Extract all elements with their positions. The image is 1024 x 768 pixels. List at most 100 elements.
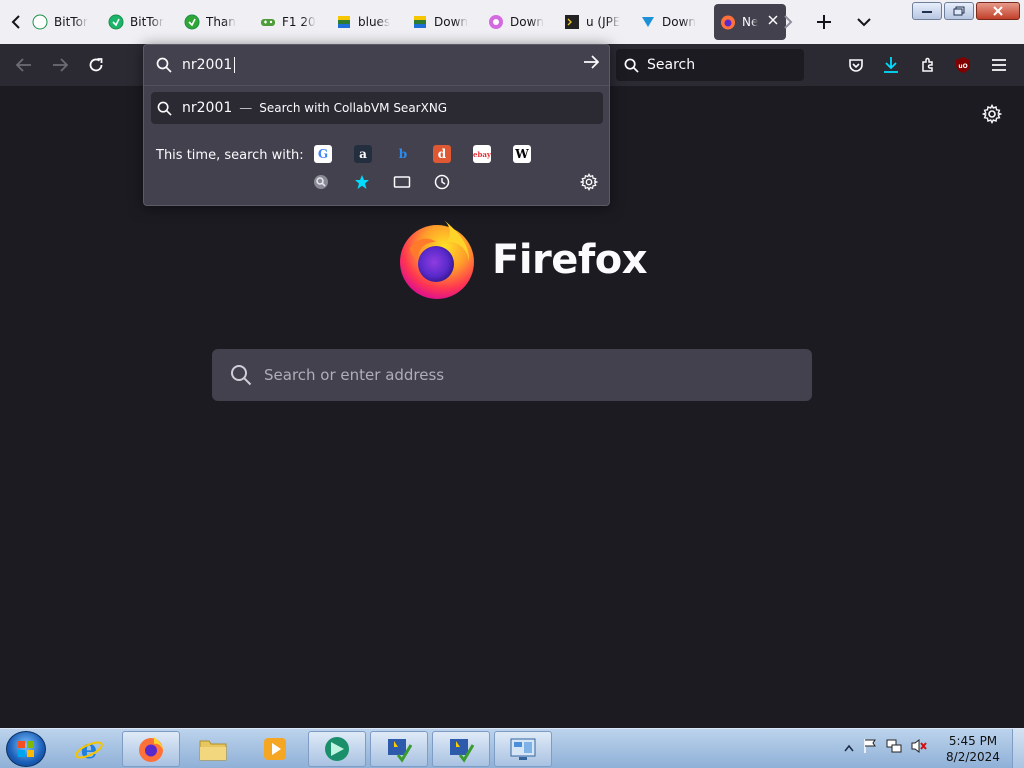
forward-button[interactable] [48, 54, 72, 76]
minimize-button[interactable] [912, 2, 942, 20]
tab-active[interactable]: Ne [714, 4, 786, 40]
search-icon [624, 58, 639, 73]
folder-icon [199, 740, 227, 761]
new-tab-search-box[interactable]: Search or enter address [212, 349, 812, 401]
scroll-tabs-right-button[interactable] [778, 12, 798, 32]
toolbar-search-placeholder: Search [647, 57, 696, 73]
tab[interactable]: Down [406, 4, 482, 40]
taskbar-control-panel[interactable] [494, 731, 552, 767]
tab-title: Down [434, 15, 469, 29]
google-icon[interactable]: G [312, 143, 334, 165]
taskbar-firefox[interactable] [122, 731, 180, 767]
tabs-icon[interactable] [391, 171, 413, 193]
chevron-right-icon [784, 15, 793, 29]
svg-text:e: e [81, 735, 98, 764]
google-glyph: G [314, 145, 332, 163]
text-caret [234, 57, 236, 73]
taskbar-clock[interactable]: 5:45 PM 8/2/2024 [940, 733, 1006, 765]
pinwheel-icon [488, 14, 504, 30]
pocket-button[interactable] [845, 54, 867, 76]
restore-button[interactable] [944, 2, 974, 20]
tab[interactable]: Down [482, 4, 558, 40]
reload-button[interactable] [84, 54, 108, 76]
urlbar-input[interactable]: nr2001 [144, 45, 609, 85]
searxng-icon[interactable] [310, 171, 332, 193]
downloads-button[interactable] [880, 54, 902, 76]
tab[interactable]: blues [330, 4, 406, 40]
close-window-button[interactable] [976, 2, 1020, 20]
ublock-shield-icon: uO [956, 57, 970, 73]
chevron-up-icon [844, 744, 854, 751]
tab[interactable]: Down [634, 4, 710, 40]
installer-icon [450, 739, 475, 763]
tab-title: BitTor [130, 15, 164, 29]
urlbar-dropdown: nr2001 nr2001 — Search with CollabVM Sea… [143, 44, 610, 206]
scroll-tabs-left-button[interactable] [6, 12, 26, 32]
green-circle-icon [108, 14, 124, 30]
internet-explorer-icon: e [75, 735, 103, 764]
taskbar-app-green[interactable] [308, 731, 366, 767]
tab-title: Than [206, 15, 236, 29]
system-tray [844, 738, 928, 757]
personalize-new-tab-button[interactable] [981, 103, 1003, 128]
duckduckgo-icon[interactable]: d [431, 143, 453, 165]
start-button[interactable] [6, 731, 46, 767]
go-button[interactable] [583, 55, 600, 73]
tab[interactable]: BitTor [26, 4, 102, 40]
arrow-down-icon [640, 14, 656, 30]
close-tab-icon[interactable] [768, 13, 778, 29]
arrow-left-icon [16, 58, 31, 72]
gamepad-icon [260, 14, 276, 30]
history-clock-icon[interactable] [431, 171, 453, 193]
chevron-down-icon [857, 18, 871, 27]
bluestacks-icon [412, 14, 428, 30]
ebay-glyph: ebay [473, 145, 491, 163]
ebay-icon[interactable]: ebay [471, 143, 493, 165]
green-globe-icon [325, 737, 349, 761]
extensions-button[interactable] [917, 54, 939, 76]
one-off-search-label: This time, search with: [156, 148, 304, 163]
taskbar-installer-2[interactable] [432, 731, 490, 767]
network-button[interactable] [886, 738, 902, 757]
search-suggestion-row[interactable]: nr2001 — Search with CollabVM SearXNG [151, 92, 603, 124]
svg-text:uO: uO [958, 63, 967, 70]
firefox-wordmark: Firefox [492, 237, 648, 283]
list-all-tabs-button[interactable] [853, 10, 875, 34]
ublock-origin-button[interactable]: uO [952, 54, 974, 76]
taskbar-internet-explorer[interactable]: e [60, 731, 118, 767]
search-icon [157, 101, 172, 116]
amazon-icon[interactable]: a [352, 143, 374, 165]
app-menu-button[interactable] [988, 54, 1010, 76]
bing-icon[interactable]: b [392, 143, 414, 165]
wikipedia-icon[interactable]: W [511, 143, 533, 165]
tab[interactable]: F1 20 [254, 4, 330, 40]
taskbar-file-explorer[interactable] [184, 731, 242, 767]
wikipedia-glyph: W [513, 145, 531, 163]
green-circle-icon [32, 14, 48, 30]
search-settings-button[interactable] [579, 172, 599, 195]
new-tab-button[interactable] [812, 10, 836, 34]
tab-title: Down [510, 15, 545, 29]
tab[interactable]: Than [178, 4, 254, 40]
restore-icon [953, 6, 965, 16]
tab[interactable]: BitTor [102, 4, 178, 40]
amazon-glyph: a [354, 145, 372, 163]
back-button[interactable] [12, 54, 36, 76]
bookmarks-star-icon[interactable] [351, 171, 373, 193]
action-center-button[interactable] [862, 738, 878, 757]
show-hidden-icons-button[interactable] [844, 741, 854, 755]
tab-strip: BitTor BitTor Than F1 20 blues Down Down u (JPE… [0, 0, 1024, 44]
new-tab-search-placeholder: Search or enter address [264, 366, 445, 384]
tab[interactable]: u (JPE [558, 4, 634, 40]
pocket-icon [849, 59, 863, 72]
taskbar-installer-1[interactable] [370, 731, 428, 767]
clock-date: 8/2/2024 [946, 750, 1000, 764]
show-desktop-button[interactable] [1012, 729, 1024, 768]
tab-title: BitTor [54, 15, 88, 29]
bluestacks-icon [336, 14, 352, 30]
taskbar-media-player[interactable] [246, 731, 304, 767]
toolbar-search-box[interactable]: Search [616, 49, 804, 81]
hamburger-menu-icon [992, 59, 1006, 71]
minimize-icon [922, 11, 932, 13]
volume-button[interactable] [910, 738, 928, 757]
